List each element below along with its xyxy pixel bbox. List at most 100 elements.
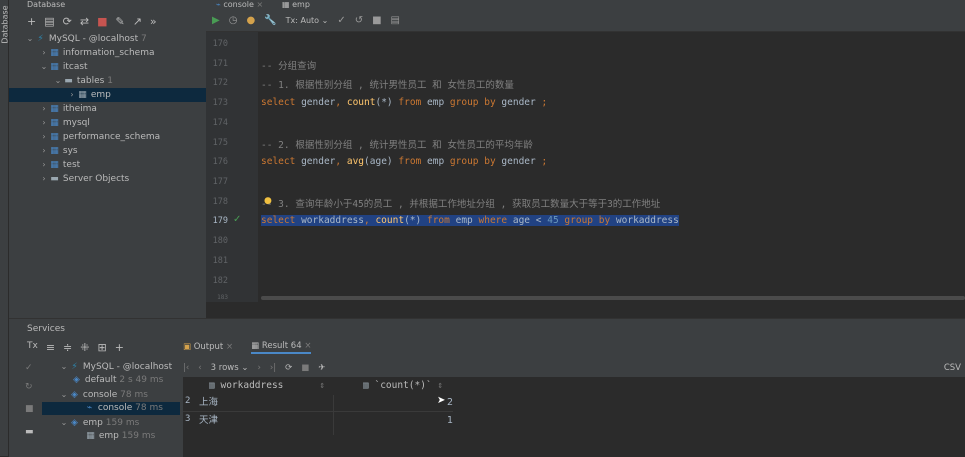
table-icon: ▦ xyxy=(282,0,290,9)
tree-node-tables[interactable]: ⌄ ▬ tables 1 xyxy=(53,74,113,88)
service-node-emp[interactable]: ⌄ ◈ emp 159 ms xyxy=(59,416,140,429)
collapse-all-icon[interactable]: ≑ xyxy=(63,341,72,354)
stop-icon[interactable]: ■ xyxy=(25,404,34,414)
sync-icon[interactable]: ⇄ xyxy=(80,15,89,28)
line-number: 174 xyxy=(212,118,228,128)
table-row[interactable]: 2 上海 2 ➤ xyxy=(183,395,453,411)
close-icon[interactable]: × xyxy=(304,341,311,351)
last-page-icon[interactable]: ›| xyxy=(270,363,276,373)
check-icon[interactable]: ✓ xyxy=(25,363,33,373)
chevron-down-icon[interactable]: ⌄ xyxy=(39,60,49,74)
first-page-icon[interactable]: |‹ xyxy=(183,363,189,373)
editor-toolbar: ▶ ◷ ● 🔧 Tx: Auto ⌄ ✓ ↺ ■ ▤ xyxy=(206,10,965,32)
editor-bottom-area xyxy=(206,302,965,318)
grid-icon[interactable]: ▤ xyxy=(391,15,400,26)
refresh-icon[interactable]: ⟳ xyxy=(285,363,292,373)
close-icon[interactable]: × xyxy=(257,0,264,9)
schema-icon: ▦ xyxy=(50,62,59,72)
horizontal-scrollbar[interactable] xyxy=(261,296,965,300)
group-icon[interactable]: ⁜ xyxy=(80,341,89,354)
sql-line-3-selected: select workaddress, count(*) from emp wh… xyxy=(261,215,679,226)
commit-icon[interactable]: ✓ xyxy=(337,15,345,26)
service-node-console[interactable]: ⌄ ◈ console 78 ms xyxy=(59,388,148,401)
chevron-right-icon[interactable]: › xyxy=(39,172,49,186)
line-number: 173 xyxy=(212,98,228,108)
comment-line: -- 2. 根据性别分组 , 统计男性员工 和 女性员工的平均年龄 xyxy=(261,140,533,151)
tx-icon[interactable]: Tx xyxy=(27,341,38,354)
tab-console[interactable]: ⌁ console × xyxy=(216,0,263,10)
rerun-icon[interactable]: ↻ xyxy=(25,382,33,392)
sort-icon[interactable]: ⇕ xyxy=(319,380,325,391)
refresh-icon[interactable]: ⟳ xyxy=(63,15,72,28)
chevron-right-icon[interactable]: › xyxy=(39,158,49,172)
service-node-default[interactable]: ◈ default 2 s 49 ms xyxy=(71,374,163,387)
tab-emp[interactable]: ▦ emp xyxy=(282,0,310,10)
stop-icon[interactable]: ■ xyxy=(372,15,381,26)
table-icon: ▦ xyxy=(86,431,95,441)
tree-node-mysql-localhost[interactable]: ⌄ ⚡ MySQL - @localhost 7 xyxy=(25,32,147,46)
settings-icon[interactable]: 🔧 xyxy=(264,15,276,26)
tree-node-sys[interactable]: › ▦ sys xyxy=(39,144,77,158)
layout-icon[interactable]: ▬ xyxy=(25,427,34,437)
tree-node-test[interactable]: › ▦ test xyxy=(39,158,80,172)
chevron-right-icon[interactable]: › xyxy=(39,130,49,144)
history-icon[interactable]: ◷ xyxy=(229,15,238,26)
column-header-count[interactable]: ▥ `count(*)` ⇕ xyxy=(363,379,443,393)
rows-count-select[interactable]: 3 rows ⌄ xyxy=(211,363,249,373)
chevron-right-icon[interactable]: › xyxy=(39,116,49,130)
tree-node-information-schema[interactable]: › ▦ information_schema xyxy=(39,46,154,60)
chevron-right-icon[interactable]: › xyxy=(67,88,77,102)
tx-mode-select[interactable]: Tx: Auto ⌄ xyxy=(286,16,329,25)
next-page-icon[interactable]: › xyxy=(258,363,261,373)
tool-window-stripe: Database xyxy=(0,0,10,456)
tree-node-mysql[interactable]: › ▦ mysql xyxy=(39,116,89,130)
line-number: 183 xyxy=(217,294,228,301)
run-icon[interactable]: ▶ xyxy=(212,15,220,26)
tab-output[interactable]: ▣ Output × xyxy=(183,342,233,352)
more-icon[interactable]: » xyxy=(150,15,157,28)
line-number: 175 xyxy=(212,138,228,148)
schema-icon: ▦ xyxy=(50,132,59,142)
session-icon: ◈ xyxy=(71,418,78,428)
tree-node-itcast[interactable]: ⌄ ▦ itcast xyxy=(39,60,88,74)
jump-icon[interactable]: ↗ xyxy=(133,15,142,28)
chevron-right-icon[interactable]: › xyxy=(39,144,49,158)
stop-icon[interactable]: ■ xyxy=(97,15,107,28)
chevron-down-icon[interactable]: ⌄ xyxy=(53,74,63,88)
tab-result[interactable]: ▦ Result 64 × xyxy=(251,341,312,354)
prev-page-icon[interactable]: ‹ xyxy=(198,363,201,373)
add-icon[interactable]: + xyxy=(27,15,36,28)
table-row[interactable]: 3 天津 1 xyxy=(183,413,453,429)
chevron-down-icon[interactable]: ⌄ xyxy=(59,416,69,429)
explain-icon[interactable]: ● xyxy=(246,15,255,26)
stop-icon[interactable]: ■ xyxy=(301,363,309,373)
tree-node-itheima[interactable]: › ▦ itheima xyxy=(39,102,97,116)
expand-all-icon[interactable]: ≡ xyxy=(46,341,55,354)
services-toolbar: Tx ≡ ≑ ⁜ ⊞ + xyxy=(27,341,124,354)
pin-icon[interactable]: ✈ xyxy=(318,363,325,373)
chevron-right-icon[interactable]: › xyxy=(39,102,49,116)
csv-export-select[interactable]: CSV xyxy=(944,363,965,373)
service-node-mysql[interactable]: ⌄ ⚡ MySQL - @localhost xyxy=(59,360,173,373)
close-icon[interactable]: × xyxy=(226,342,233,352)
line-number: 180 xyxy=(212,236,228,246)
chevron-down-icon[interactable]: ⌄ xyxy=(59,360,69,373)
service-node-console-selected[interactable]: ⌁ console 78 ms xyxy=(42,402,180,415)
service-node-emp-table[interactable]: ▦ emp 159 ms xyxy=(85,430,155,443)
tree-node-server-objects[interactable]: › ▬ Server Objects xyxy=(39,172,129,186)
edit-icon[interactable]: ✎ xyxy=(115,15,124,28)
layout-icon[interactable]: ⊞ xyxy=(97,341,106,354)
chevron-down-icon[interactable]: ⌄ xyxy=(25,32,35,46)
tree-node-performance-schema[interactable]: › ▦ performance_schema xyxy=(39,130,160,144)
tree-node-emp[interactable]: › ▦ emp xyxy=(9,88,206,102)
column-icon: ▥ xyxy=(209,380,215,391)
line-number: 181 xyxy=(212,256,228,266)
code-editor[interactable]: -- 分组查询 -- 1. 根据性别分组 , 统计男性员工 和 女性员工的数量 … xyxy=(258,32,965,302)
chevron-down-icon[interactable]: ⌄ xyxy=(59,388,69,401)
column-header-workaddress[interactable]: ▥ workaddress ⇕ xyxy=(209,379,325,393)
rollback-icon[interactable]: ↺ xyxy=(355,15,363,26)
chevron-right-icon[interactable]: › xyxy=(39,46,49,60)
properties-icon[interactable]: ▤ xyxy=(44,15,54,28)
sort-icon[interactable]: ⇕ xyxy=(437,380,443,391)
add-icon[interactable]: + xyxy=(115,341,124,354)
